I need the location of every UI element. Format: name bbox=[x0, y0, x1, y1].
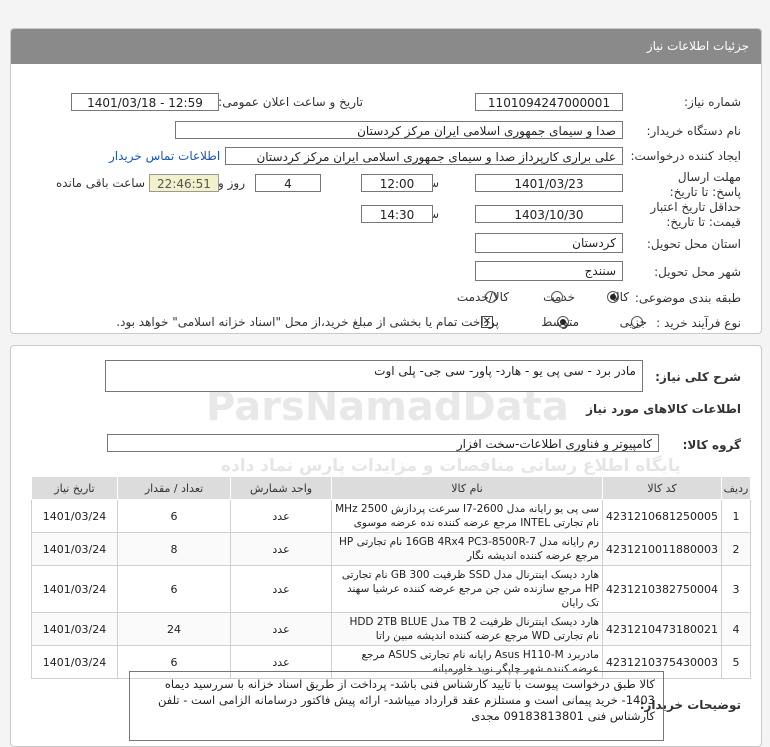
creator-label: ایجاد کننده درخواست: bbox=[630, 149, 741, 163]
category-option-service: خدمت bbox=[543, 290, 575, 304]
deadline-label: مهلت ارسال پاسخ: تا تاریخ: bbox=[669, 170, 741, 199]
remaining-label: ساعت باقی مانده bbox=[55, 176, 145, 190]
need-items-panel: ParsNamadData پایگاه اطلاع رسانی مناقصات… bbox=[10, 345, 762, 747]
validity-label: حداقل تاریخ اعتبار قیمت: تا تاریخ: bbox=[650, 200, 741, 229]
row-date: 1401/03/24 bbox=[30, 612, 119, 646]
row-name: هارد دیسک اینترنال مدل SSD ظرفیت GB 300 … bbox=[331, 565, 604, 613]
process-option-minor: جزیی bbox=[619, 315, 647, 329]
payment-note: پرداخت تمام یا بخشی از مبلغ خرید،از محل … bbox=[116, 315, 499, 329]
need-details-panel: جزئیات اطلاعات نیاز شماره نیاز: 11010942… bbox=[10, 28, 762, 334]
row-code: 4231210011880003 bbox=[602, 532, 722, 566]
table-row: 3 4231210382750004 هارد دیسک اینترنال مد… bbox=[30, 565, 751, 613]
col-date: تاریخ نیاز bbox=[30, 476, 119, 500]
row-unit: عدد bbox=[230, 532, 333, 566]
buyer-field: صدا و سیمای جمهوری اسلامی ایران مرکز کرد… bbox=[175, 121, 623, 139]
remaining-time-field: 22:46:51 bbox=[149, 174, 219, 192]
process-option-medium: متوسط bbox=[541, 315, 579, 329]
row-code: 4231210473180021 bbox=[602, 612, 722, 646]
col-index: ردیف bbox=[721, 476, 751, 500]
city-label: شهر محل تحویل: bbox=[654, 265, 741, 279]
col-unit: واحد شمارش bbox=[230, 476, 333, 500]
announce-field: 1401/03/18 - 12:59 bbox=[71, 93, 219, 111]
row-index: 4 bbox=[721, 612, 751, 646]
row-code: 4231210382750004 bbox=[602, 565, 722, 613]
summary-label: شرح کلی نیاز: bbox=[655, 370, 741, 384]
row-index: 2 bbox=[721, 532, 751, 566]
need-number-field: 1101094247000001 bbox=[475, 93, 623, 111]
watermark-tagline: پایگاه اطلاع رسانی مناقصات و مزایدات پار… bbox=[221, 456, 681, 476]
city-field: سنندج bbox=[475, 261, 623, 281]
need-number-label: شماره نیاز: bbox=[684, 95, 741, 109]
table-row: 2 4231210011880003 رم رایانه مدل 16GB 4R… bbox=[30, 532, 751, 566]
col-code: کد کالا bbox=[602, 476, 722, 500]
validity-time-field: 14:30 bbox=[361, 205, 433, 223]
row-index: 5 bbox=[721, 645, 751, 679]
process-label: نوع فرآیند خرید : bbox=[656, 316, 741, 330]
row-unit: عدد bbox=[230, 565, 333, 613]
row-index: 3 bbox=[721, 565, 751, 613]
row-date: 1401/03/24 bbox=[30, 645, 119, 679]
buyer-label: نام دستگاه خریدار: bbox=[646, 124, 742, 138]
days-label: روز و bbox=[218, 176, 245, 190]
row-qty: 8 bbox=[117, 532, 232, 566]
row-date: 1401/03/24 bbox=[30, 565, 119, 613]
goods-table-header: ردیف کد کالا نام کالا واحد شمارش تعداد /… bbox=[30, 476, 751, 500]
group-label: گروه کالا: bbox=[682, 438, 741, 452]
row-date: 1401/03/24 bbox=[30, 499, 119, 533]
row-code: 4231210681250005 bbox=[602, 499, 722, 533]
days-field: 4 bbox=[255, 174, 321, 192]
table-row: 4 4231210473180021 هارد دیسک اینترنال ظر… bbox=[30, 612, 751, 646]
province-field: کردستان bbox=[475, 233, 623, 253]
row-qty: 6 bbox=[117, 499, 232, 533]
goods-table: ردیف کد کالا نام کالا واحد شمارش تعداد /… bbox=[30, 476, 751, 679]
row-qty: 24 bbox=[117, 612, 232, 646]
row-unit: عدد bbox=[230, 612, 333, 646]
summary-field: مادر برد - سی پی یو - هارد- پاور- سی جی-… bbox=[105, 360, 643, 392]
category-option-both: کالا/خدمت bbox=[456, 290, 509, 304]
row-index: 1 bbox=[721, 499, 751, 533]
panel-titlebar: جزئیات اطلاعات نیاز bbox=[11, 29, 761, 64]
row-name: رم رایانه مدل 16GB 4Rx4 PC3-8500R-7 نام … bbox=[331, 532, 604, 566]
province-label: استان محل تحویل: bbox=[646, 237, 741, 251]
buyer-contact-link[interactable]: اطلاعات تماس خریدار bbox=[109, 149, 220, 163]
group-field: کامپیوتر و فناوری اطلاعات-سخت افزار bbox=[107, 434, 659, 452]
row-qty: 6 bbox=[117, 565, 232, 613]
row-name: سی پی یو رایانه مدل I7-2600 سرعت پردازش … bbox=[331, 499, 604, 533]
deadline-date-field: 1401/03/23 bbox=[475, 174, 623, 192]
row-unit: عدد bbox=[230, 499, 333, 533]
deadline-time-field: 12:00 bbox=[361, 174, 433, 192]
row-date: 1401/03/24 bbox=[30, 532, 119, 566]
page-title: جزئیات اطلاعات نیاز bbox=[646, 39, 749, 53]
col-qty: تعداد / مقدار bbox=[117, 476, 232, 500]
col-name: نام کالا bbox=[331, 476, 604, 500]
category-option-goods: کالا bbox=[612, 290, 629, 304]
table-row: 1 4231210681250005 سی پی یو رایانه مدل I… bbox=[30, 499, 751, 533]
category-label: طبقه بندی موضوعی: bbox=[634, 291, 741, 305]
validity-date-field: 1403/10/30 bbox=[475, 205, 623, 223]
creator-field: علی براری کارپرداز صدا و سیمای جمهوری اس… bbox=[225, 147, 623, 165]
row-name: هارد دیسک اینترنال ظرفیت TB 2 مدل HDD 2T… bbox=[331, 612, 604, 646]
notes-field: کالا طبق درخواست پیوست با تایید کارشناس … bbox=[129, 671, 664, 741]
goods-info-header: اطلاعات کالاهای مورد نیاز bbox=[586, 402, 741, 416]
announce-label: تاریخ و ساعت اعلان عمومی: bbox=[218, 95, 363, 109]
